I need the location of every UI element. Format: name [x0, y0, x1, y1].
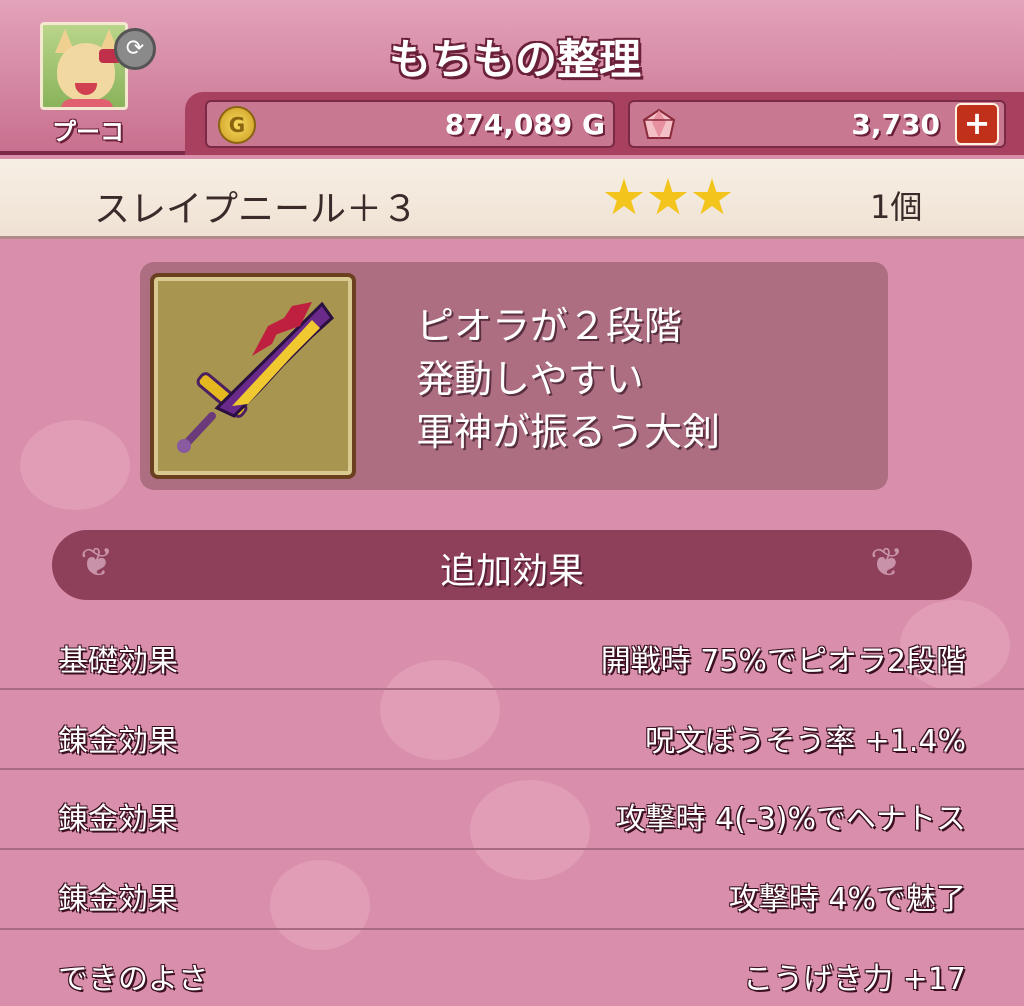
effect-label: 錬金効果 [58, 802, 178, 837]
sword-icon [177, 301, 334, 453]
gold-coin-icon: G [218, 106, 256, 144]
item-name: スレイプニール＋３ [94, 189, 419, 230]
gem-icon [642, 108, 676, 139]
swap-character-button[interactable]: ⟳ [114, 28, 156, 70]
effect-row: 錬金効果 攻撃時 4%で魅了 [0, 850, 1024, 930]
section-title: 追加効果 [439, 551, 584, 592]
description-line: 軍神が振るう大剣 [416, 410, 721, 454]
effect-value: 攻撃時 4%で魅了 [728, 882, 966, 917]
star-icon [648, 178, 688, 215]
effect-label: できのよさ [58, 962, 208, 997]
effect-row: できのよさ こうげき力 +17 [0, 930, 1024, 1006]
page-title: もちもの整理 [388, 35, 641, 84]
character-avatar[interactable] [40, 22, 128, 110]
avatar-shirt [61, 99, 113, 107]
effect-row: 錬金効果 呪文ぼうそう率 +1.4% [0, 690, 1024, 770]
description-line: ピオラが２段階 [416, 304, 683, 348]
star-icon [604, 178, 644, 215]
effect-label: 錬金効果 [58, 724, 178, 759]
effect-value: こうげき力 +17 [743, 962, 966, 997]
effect-value: 呪文ぼうそう率 +1.4% [645, 724, 966, 759]
character-name: プーコ [52, 118, 124, 146]
flourish-decoration-icon: ❦ [870, 540, 904, 586]
flourish-decoration-icon: ❦ [80, 540, 114, 586]
item-count: 1個 [870, 188, 923, 226]
effect-row: 基礎効果 開戦時 75%でピオラ2段階 [0, 610, 1024, 690]
gold-value: 874,089 G [444, 108, 605, 141]
effect-value: 攻撃時 4(-3)%でヘナトス [615, 802, 966, 837]
effect-row: 錬金効果 攻撃時 4(-3)%でヘナトス [0, 770, 1024, 850]
rarity-stars [604, 178, 736, 222]
add-gems-button[interactable]: + [955, 103, 999, 145]
effect-value: 開戦時 75%でピオラ2段階 [600, 644, 966, 679]
effect-label: 基礎効果 [58, 644, 178, 679]
gem-value: 3,730 [851, 108, 940, 141]
swap-arrows-icon: ⟳ [125, 36, 145, 61]
star-icon [692, 178, 732, 215]
description-line: 発動しやすい [416, 357, 644, 401]
background-decoration [20, 420, 130, 510]
effect-label: 錬金効果 [58, 882, 178, 917]
item-description: ピオラが２段階 発動しやすい 軍神が振るう大剣 [416, 300, 866, 459]
